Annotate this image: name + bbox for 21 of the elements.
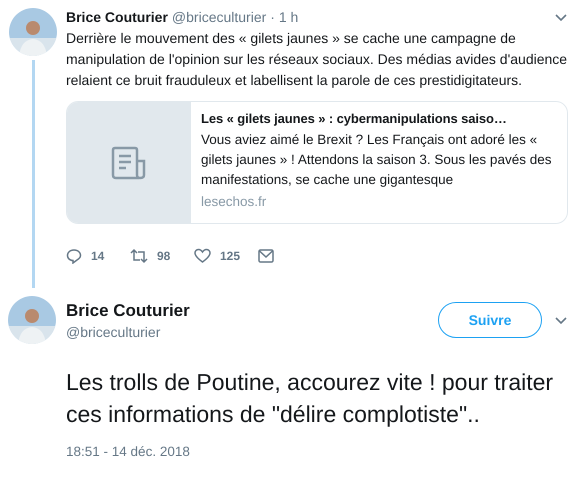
action-count: 98 [157,249,170,263]
tweet-time[interactable]: · 1 h [270,9,298,25]
envelope-icon[interactable] [258,249,274,263]
heart-icon[interactable] [194,248,211,264]
retweet-icon[interactable] [130,248,148,264]
author-handle[interactable]: @briceculturier [66,324,190,340]
article-icon [111,146,147,180]
tweet-text: Les trolls de Poutine, accourez vite ! pour traiter ces informations de "délire complotiste".. [66,368,554,429]
follow-button[interactable]: Suivre [438,302,542,338]
card-description: Vous aviez aimé le Brexit ? Les Français ont adoré les « gilets jaunes » ! Attendons la saison 3. Sous les pavés des manifestations, se cache une gigantesque [201,131,552,189]
card-title: Les « gilets jaunes » : cybermanipulations saiso… [201,110,508,128]
author-name[interactable]: Brice Couturier [66,300,190,320]
card-domain: lesechos.fr [201,193,268,211]
action-count: 125 [220,249,240,263]
tweet-timestamp: 18:51 - 14 déc. 2018 [66,444,191,459]
link-card[interactable] [66,101,568,224]
author-handle[interactable]: @briceculturier [172,9,266,25]
action-count: 14 [91,249,104,263]
tweet-text: Derrière le mouvement des « gilets jaunes » se cache une campagne de manipulation de l'opinion sur les réseaux sociaux. Des médias avides d'audience relaient ce bruit frauduleux et labellisent la parole de ces prestidigitateurs. [66,29,568,90]
author-name[interactable]: Brice Couturier [66,9,168,25]
reply-icon[interactable] [66,248,82,264]
